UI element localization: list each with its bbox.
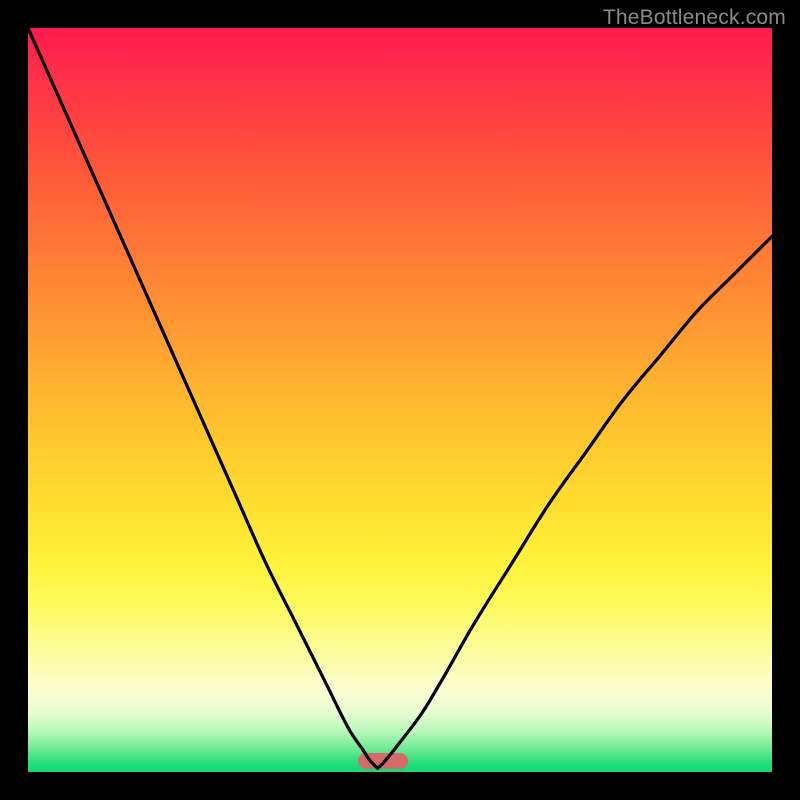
curve-left-branch bbox=[28, 28, 378, 768]
watermark-text: TheBottleneck.com bbox=[603, 6, 786, 30]
curve-right-branch bbox=[378, 236, 772, 768]
plot-area bbox=[28, 28, 772, 772]
curve-layer bbox=[28, 28, 772, 772]
chart-frame: TheBottleneck.com bbox=[0, 0, 800, 800]
